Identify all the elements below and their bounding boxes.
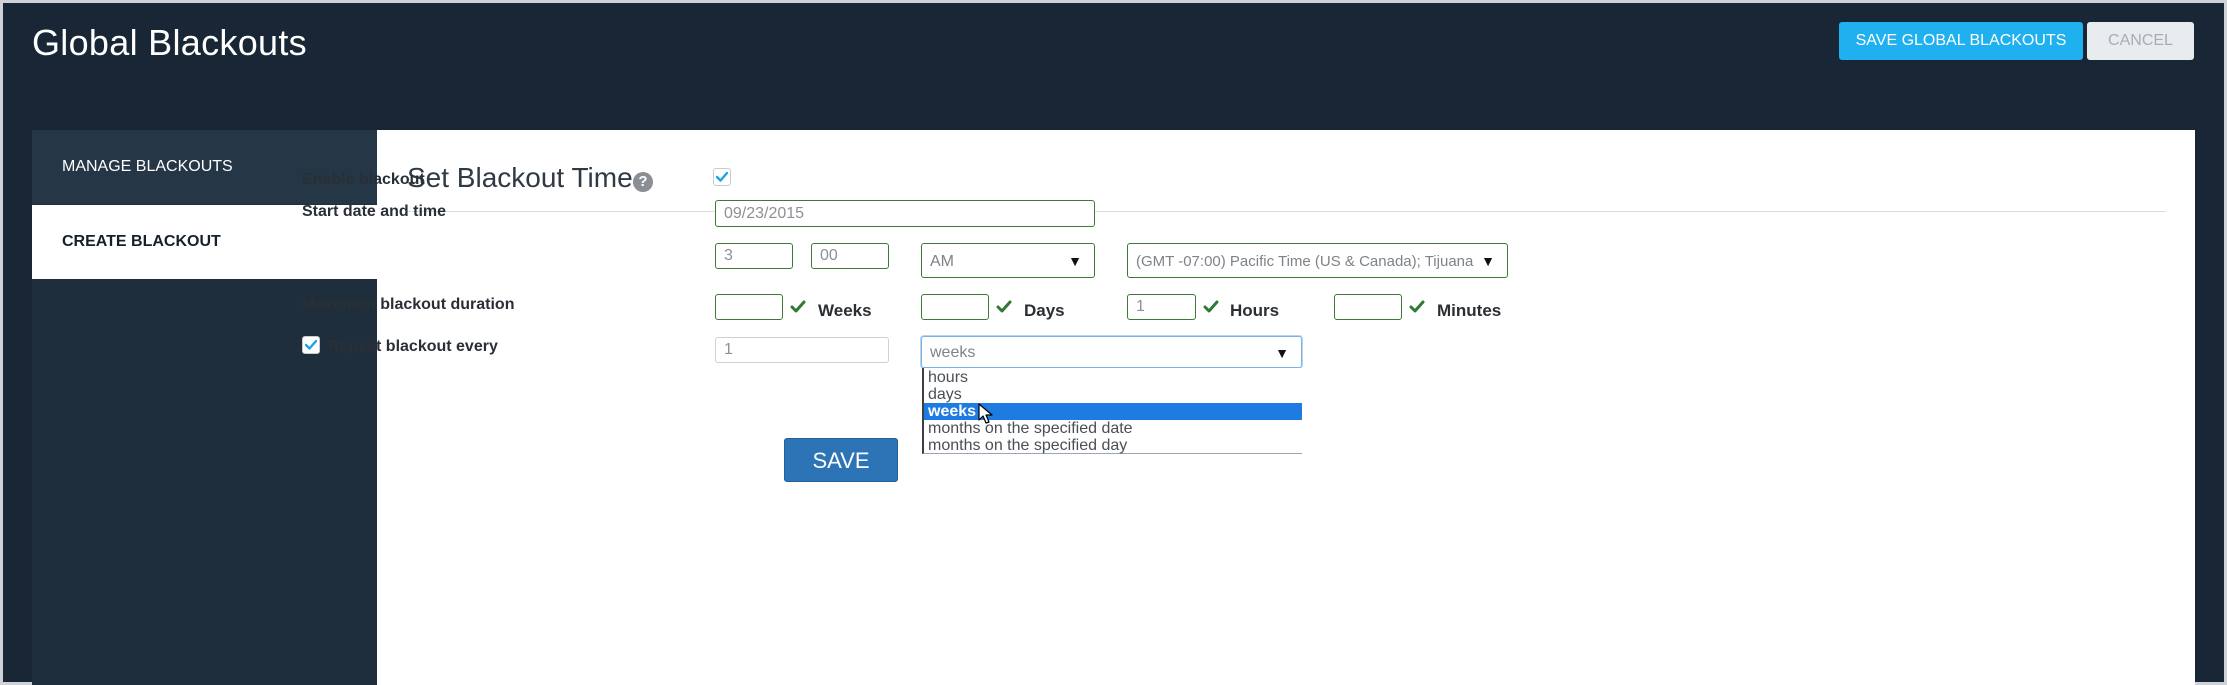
weeks-unit-label: Weeks [818, 301, 872, 320]
checkmark-icon [715, 171, 729, 182]
valid-check-icon [996, 300, 1012, 313]
duration-minutes-input[interactable] [1334, 294, 1402, 320]
ampm-value: AM [930, 253, 954, 270]
start-date-input[interactable] [715, 200, 1095, 227]
enable-blackout-label: Enable blackout [302, 171, 425, 188]
valid-check-icon [1203, 300, 1219, 313]
caret-down-icon: ▼ [1275, 345, 1289, 361]
repeat-blackout-label: Repeat blackout every [328, 338, 498, 355]
ampm-select[interactable]: AM ▼ [921, 243, 1095, 278]
duration-weeks-input[interactable] [715, 294, 783, 320]
caret-down-icon: ▼ [1068, 253, 1082, 269]
repeat-blackout-checkbox[interactable] [302, 336, 320, 354]
duration-hours-input[interactable] [1127, 294, 1196, 320]
hour-input[interactable] [715, 243, 793, 269]
checkmark-icon [304, 339, 318, 350]
repeat-interval-input[interactable] [715, 337, 889, 363]
caret-down-icon: ▼ [1481, 253, 1495, 269]
start-date-label: Start date and time [302, 203, 447, 220]
duration-label: Maximum blackout duration [302, 296, 515, 313]
dropdown-option-days[interactable]: days [924, 386, 1302, 403]
minutes-unit-label: Minutes [1437, 301, 1502, 320]
timezone-select[interactable]: (GMT -07:00) Pacific Time (US & Canada);… [1127, 243, 1508, 278]
dropdown-option-months-day[interactable]: months on the specified day [924, 437, 1302, 454]
section-title: Set Blackout Time [407, 162, 633, 193]
valid-check-icon [790, 300, 806, 313]
divider [407, 211, 2166, 212]
hours-unit-label: Hours [1230, 301, 1280, 320]
mouse-pointer-icon [978, 403, 993, 424]
enable-blackout-checkbox[interactable] [713, 168, 731, 186]
dropdown-option-hours[interactable]: hours [924, 369, 1302, 386]
repeat-unit-select[interactable]: weeks ▼ [921, 336, 1302, 368]
timezone-value: (GMT -07:00) Pacific Time (US & Canada);… [1136, 253, 1474, 270]
save-global-blackouts-button[interactable]: SAVE GLOBAL BLACKOUTS [1839, 22, 2083, 60]
cancel-button[interactable]: CANCEL [2087, 22, 2194, 60]
page-title: Global Blackouts [32, 22, 307, 63]
sidebar-item-manage-blackouts[interactable]: MANAGE BLACKOUTS [32, 130, 377, 204]
save-button[interactable]: SAVE [784, 438, 898, 482]
days-unit-label: Days [1024, 301, 1065, 320]
duration-days-input[interactable] [921, 294, 989, 320]
help-icon[interactable]: ? [633, 172, 653, 192]
repeat-unit-value: weeks [930, 344, 976, 361]
minute-input[interactable] [811, 243, 889, 269]
valid-check-icon [1409, 300, 1425, 313]
